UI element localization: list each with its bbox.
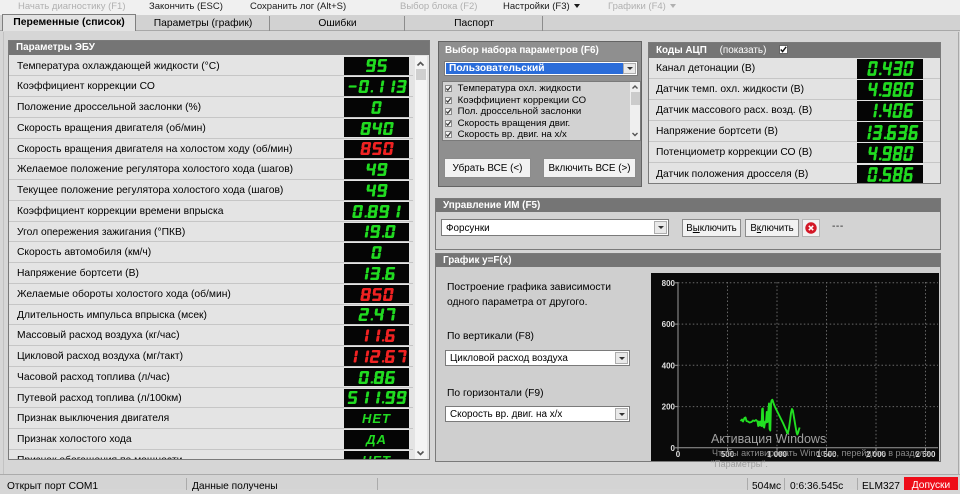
svg-text:0: 0: [676, 450, 681, 459]
svg-text:200: 200: [662, 403, 676, 412]
svg-text:400: 400: [662, 361, 676, 370]
svg-text:800: 800: [662, 279, 676, 288]
svg-text:600: 600: [662, 320, 676, 329]
